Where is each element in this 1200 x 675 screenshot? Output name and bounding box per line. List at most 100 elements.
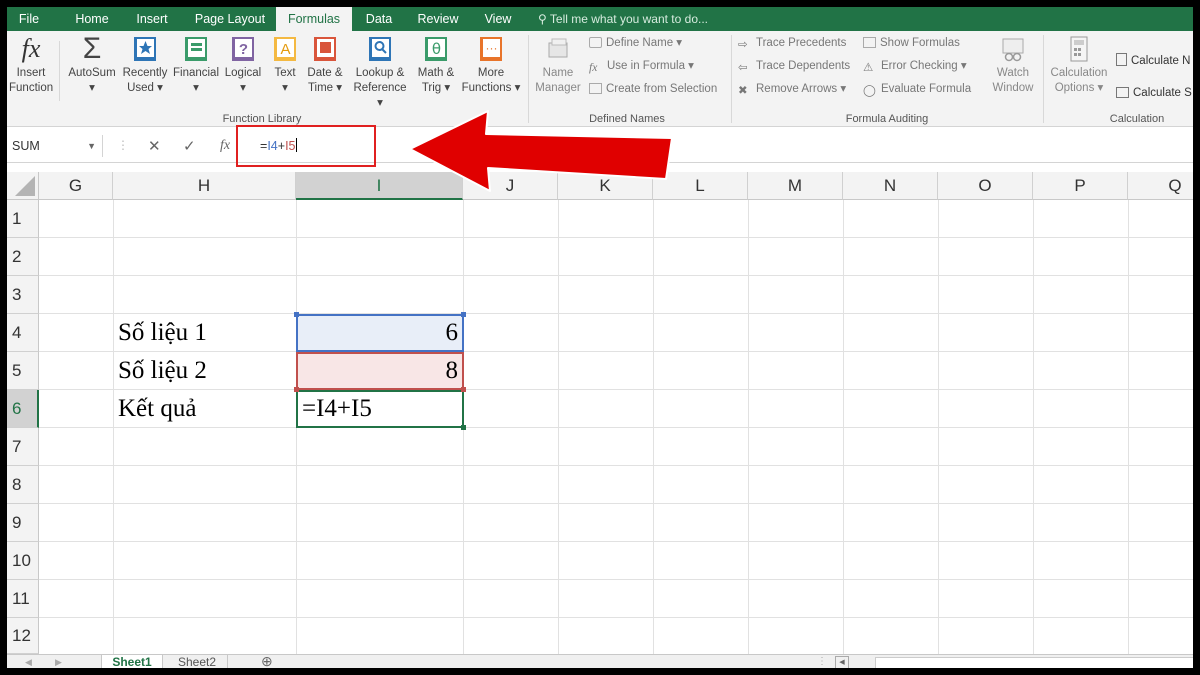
calculate-sheet-icon (1116, 87, 1129, 98)
row-header-6[interactable]: 6 (7, 390, 39, 428)
row-header-9[interactable]: 9 (7, 504, 39, 542)
show-formulas-button[interactable]: Show Formulas (863, 35, 960, 51)
row-header-4[interactable]: 4 (7, 314, 39, 352)
create-from-selection-icon (589, 83, 602, 94)
column-header-g[interactable]: G (39, 172, 113, 200)
logical-button[interactable]: ? Logical ▾ (221, 35, 265, 96)
math-trig-button[interactable]: θ Math & Trig ▾ (411, 35, 461, 96)
evaluate-formula-button[interactable]: ◯ Evaluate Formula (863, 81, 971, 97)
cell-i5[interactable]: 8 (296, 352, 464, 390)
cell-i4[interactable]: 6 (296, 314, 464, 352)
tab-review[interactable]: Review (411, 7, 465, 31)
select-all-triangle-icon (15, 176, 35, 196)
sheet-nav-prev-icon[interactable]: ◀ (25, 655, 32, 668)
text-functions-button[interactable]: A Text ▾ (267, 35, 303, 96)
scroll-grip-icon: ⋮ (817, 656, 827, 667)
tab-view[interactable]: View (475, 7, 521, 31)
name-manager-icon (548, 38, 568, 58)
add-sheet-button[interactable]: ⊕ (261, 655, 273, 668)
tab-page-layout[interactable]: Page Layout (185, 7, 275, 31)
tab-data[interactable]: Data (357, 7, 401, 31)
group-label-function-library: Function Library (222, 113, 302, 125)
tab-insert[interactable]: Insert (127, 7, 177, 31)
cell-h4[interactable]: Số liệu 1 (118, 314, 207, 352)
range-handle-i4-tr[interactable] (461, 312, 466, 317)
column-header-o[interactable]: O (938, 172, 1033, 200)
create-from-selection-button[interactable]: Create from Selection (589, 81, 717, 97)
cell-h5[interactable]: Số liệu 2 (118, 352, 207, 390)
trace-dependents-button[interactable]: ⇦ Trace Dependents (738, 58, 850, 74)
use-in-formula-icon: fx (589, 62, 598, 74)
tell-me-search[interactable]: ⚲ Tell me what you want to do... (538, 7, 708, 31)
row-header-1[interactable]: 1 (7, 200, 39, 238)
cancel-formula-button[interactable]: ✕ (148, 137, 161, 155)
tab-home[interactable]: Home (67, 7, 117, 31)
watch-window-icon (1002, 38, 1024, 62)
sheet-nav-next-icon[interactable]: ▶ (55, 655, 62, 668)
lookup-reference-button[interactable]: Lookup & Reference ▾ (349, 35, 411, 111)
cell-h6[interactable]: Kết quả (118, 390, 196, 428)
date-time-button[interactable]: Date & Time ▾ (303, 35, 347, 96)
sigma-icon: Σ (82, 32, 102, 65)
sheet-tab-sheet2[interactable]: Sheet2 (167, 655, 228, 668)
lightbulb-icon: ⚲ (538, 12, 547, 26)
insert-function-fx-button[interactable]: fx (220, 138, 230, 154)
row-header-12[interactable]: 12 (7, 618, 39, 654)
row-header-2[interactable]: 2 (7, 238, 39, 276)
calculation-options-button[interactable]: Calculation Options ▾ (1047, 35, 1111, 96)
column-header-n[interactable]: N (843, 172, 938, 200)
tab-formulas[interactable]: Formulas (276, 7, 352, 31)
row-header-3[interactable]: 3 (7, 276, 39, 314)
group-label-calculation: Calculation (1109, 113, 1165, 125)
formula-bar-grip-icon: ⋮ (117, 138, 129, 152)
svg-text:A: A (280, 41, 290, 58)
worksheet-grid[interactable]: G H I J K L M N O P Q 1 2 3 4 5 6 7 8 9 … (7, 172, 1193, 654)
svg-text:···: ··· (486, 41, 498, 55)
select-all-corner[interactable] (7, 172, 39, 200)
ribbon-tab-bar: File Home Insert Page Layout Formulas Da… (7, 7, 1193, 31)
calculator-icon (1070, 36, 1088, 62)
fill-handle[interactable] (461, 425, 466, 430)
range-handle-i4-tl[interactable] (294, 312, 299, 317)
column-header-p[interactable]: P (1033, 172, 1128, 200)
insert-function-button[interactable]: fx Insert Function (9, 35, 53, 96)
svg-text:?: ? (239, 41, 248, 58)
more-functions-button[interactable]: ··· More Functions ▾ (459, 35, 523, 96)
hscroll-track[interactable] (875, 657, 1193, 668)
column-header-q[interactable]: Q (1128, 172, 1193, 200)
name-box-dropdown-icon[interactable]: ▼ (87, 135, 96, 157)
show-formulas-icon (863, 37, 876, 48)
use-in-formula-button[interactable]: fx Use in Formula ▾ (589, 58, 694, 74)
recently-used-button[interactable]: Recently Used ▾ (119, 35, 171, 96)
autosum-button[interactable]: Σ AutoSum ▾ (65, 32, 119, 96)
tab-file[interactable]: File (7, 7, 51, 31)
sheet-tab-sheet1[interactable]: Sheet1 (101, 655, 163, 668)
row-header-8[interactable]: 8 (7, 466, 39, 504)
fx-icon: fx (21, 34, 41, 63)
calculate-sheet-button[interactable]: Calculate S (1116, 85, 1192, 101)
row-header-11[interactable]: 11 (7, 580, 39, 618)
define-name-button[interactable]: Define Name ▾ (589, 35, 682, 51)
remove-arrows-button[interactable]: ✖ Remove Arrows ▾ (738, 81, 846, 97)
enter-formula-button[interactable]: ✓ (183, 137, 196, 155)
trace-precedents-button[interactable]: ⇨ Trace Precedents (738, 35, 846, 51)
watch-window-button[interactable]: Watch Window (987, 35, 1039, 96)
financial-button[interactable]: Financial ▾ (171, 35, 221, 96)
cell-i6-active[interactable]: =I4+I5 (296, 390, 464, 428)
calculate-now-button[interactable]: Calculate N (1116, 53, 1190, 69)
calendar-book-icon (314, 37, 336, 61)
error-checking-button[interactable]: ⚠ Error Checking ▾ (863, 58, 967, 74)
row-header-10[interactable]: 10 (7, 542, 39, 580)
name-manager-button[interactable]: Name Manager (532, 35, 584, 96)
remove-arrows-icon: ✖ (738, 85, 748, 97)
row-header-7[interactable]: 7 (7, 428, 39, 466)
define-name-icon (589, 37, 602, 48)
column-header-m[interactable]: M (748, 172, 843, 200)
range-handle-i5-br[interactable] (461, 387, 466, 392)
name-box[interactable]: SUM ▼ (7, 135, 103, 157)
hscroll-left-button[interactable]: ◀ (835, 656, 849, 668)
row-header-5[interactable]: 5 (7, 352, 39, 390)
column-header-h[interactable]: H (113, 172, 296, 200)
text-book-icon: A (274, 37, 296, 61)
range-handle-i5-bl[interactable] (294, 387, 299, 392)
